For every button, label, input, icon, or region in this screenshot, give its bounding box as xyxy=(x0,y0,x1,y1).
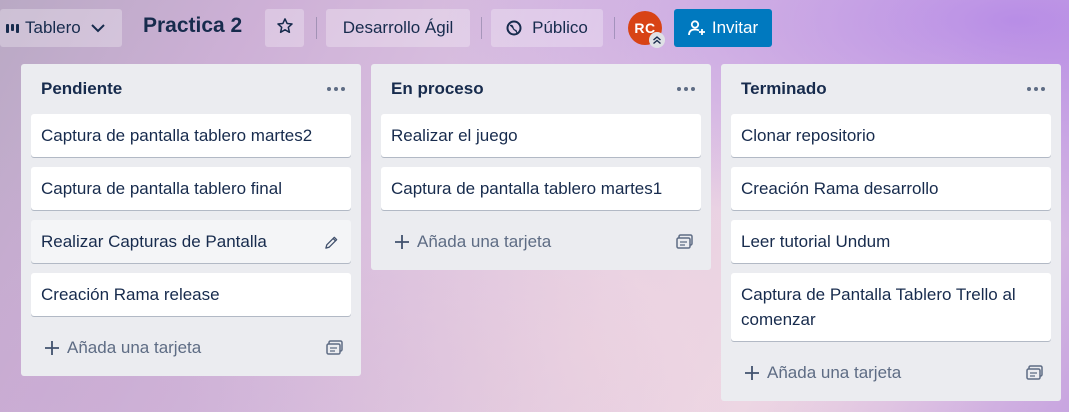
invite-button[interactable]: Invitar xyxy=(674,9,772,47)
card-title: Realizar el juego xyxy=(391,126,518,145)
card[interactable]: Realizar el juego xyxy=(381,114,701,157)
card[interactable]: Leer tutorial Undum xyxy=(731,220,1051,263)
card-title: Captura de pantalla tablero final xyxy=(41,179,282,198)
add-card-label: Añada una tarjeta xyxy=(767,363,902,382)
view-switcher-button[interactable]: Tablero xyxy=(0,9,122,47)
header-divider xyxy=(614,17,615,39)
plus-icon xyxy=(745,366,759,380)
add-card-label: Añada una tarjeta xyxy=(417,232,552,251)
star-board-button[interactable] xyxy=(265,9,304,47)
header-divider xyxy=(316,17,317,39)
chevron-down-icon xyxy=(91,23,105,33)
globe-icon xyxy=(506,20,532,36)
list-title[interactable]: En proceso xyxy=(391,79,484,99)
card-template-icon[interactable] xyxy=(326,340,343,360)
card-title: Creación Rama release xyxy=(41,285,220,304)
view-switcher-label: Tablero xyxy=(25,18,81,37)
card-title: Realizar Capturas de Pantalla xyxy=(41,232,267,251)
board-title[interactable]: Practica 2 xyxy=(143,14,242,38)
card-title: Captura de pantalla tablero martes1 xyxy=(391,179,663,198)
list-menu-icon[interactable] xyxy=(1027,87,1045,91)
pencil-icon[interactable] xyxy=(324,232,339,257)
card-title: Captura de pantalla tablero martes2 xyxy=(41,126,313,145)
add-card-label: Añada una tarjeta xyxy=(67,338,202,357)
invite-label: Invitar xyxy=(711,18,759,37)
list-header: En proceso xyxy=(371,64,711,114)
card[interactable]: Captura de pantalla tablero martes1 xyxy=(381,167,701,210)
card[interactable]: Realizar Capturas de Pantalla xyxy=(31,220,351,263)
list-pendiente: Pendiente Captura de pantalla tablero ma… xyxy=(21,64,361,376)
card[interactable]: Captura de pantalla tablero final xyxy=(31,167,351,210)
workspace-label: Desarrollo Ágil xyxy=(342,18,454,37)
list-menu-icon[interactable] xyxy=(677,87,695,91)
plus-icon xyxy=(45,341,59,355)
list-header: Terminado xyxy=(721,64,1061,114)
list-title[interactable]: Terminado xyxy=(741,79,827,99)
list-header: Pendiente xyxy=(21,64,361,114)
card-title: Clonar repositorio xyxy=(741,126,876,145)
member-avatar[interactable]: RC xyxy=(628,11,665,48)
list-title[interactable]: Pendiente xyxy=(41,79,122,99)
board-header: Tablero Practica 2 Desarrollo Ágil Públi… xyxy=(0,0,1069,56)
card-title: Creación Rama desarrollo xyxy=(741,179,939,198)
header-divider xyxy=(481,17,482,39)
board-view-icon xyxy=(6,23,19,33)
card[interactable]: Captura de pantalla tablero martes2 xyxy=(31,114,351,157)
visibility-label: Público xyxy=(532,18,588,37)
card[interactable]: Clonar repositorio xyxy=(731,114,1051,157)
plus-icon xyxy=(395,235,409,249)
add-card-button[interactable]: Añada una tarjeta xyxy=(31,326,351,370)
workspace-button[interactable]: Desarrollo Ágil xyxy=(326,9,470,47)
visibility-button[interactable]: Público xyxy=(491,9,603,47)
add-user-icon xyxy=(687,20,712,36)
card[interactable]: Captura de Pantalla Tablero Trello al co… xyxy=(731,273,1051,341)
admin-chevrons-icon xyxy=(649,32,665,48)
card-title: Leer tutorial Undum xyxy=(741,232,891,251)
add-card-button[interactable]: Añada una tarjeta xyxy=(381,220,701,264)
list-menu-icon[interactable] xyxy=(327,87,345,91)
add-card-button[interactable]: Añada una tarjeta xyxy=(731,351,1051,395)
list-terminado: Terminado Clonar repositorio Creación Ra… xyxy=(721,64,1061,401)
list-en-proceso: En proceso Realizar el juego Captura de … xyxy=(371,64,711,270)
card[interactable]: Creación Rama desarrollo xyxy=(731,167,1051,210)
card-title: Captura de Pantalla Tablero Trello al co… xyxy=(741,285,1016,329)
card[interactable]: Creación Rama release xyxy=(31,273,351,316)
card-template-icon[interactable] xyxy=(676,234,693,254)
star-icon xyxy=(276,17,294,40)
card-template-icon[interactable] xyxy=(1026,365,1043,385)
